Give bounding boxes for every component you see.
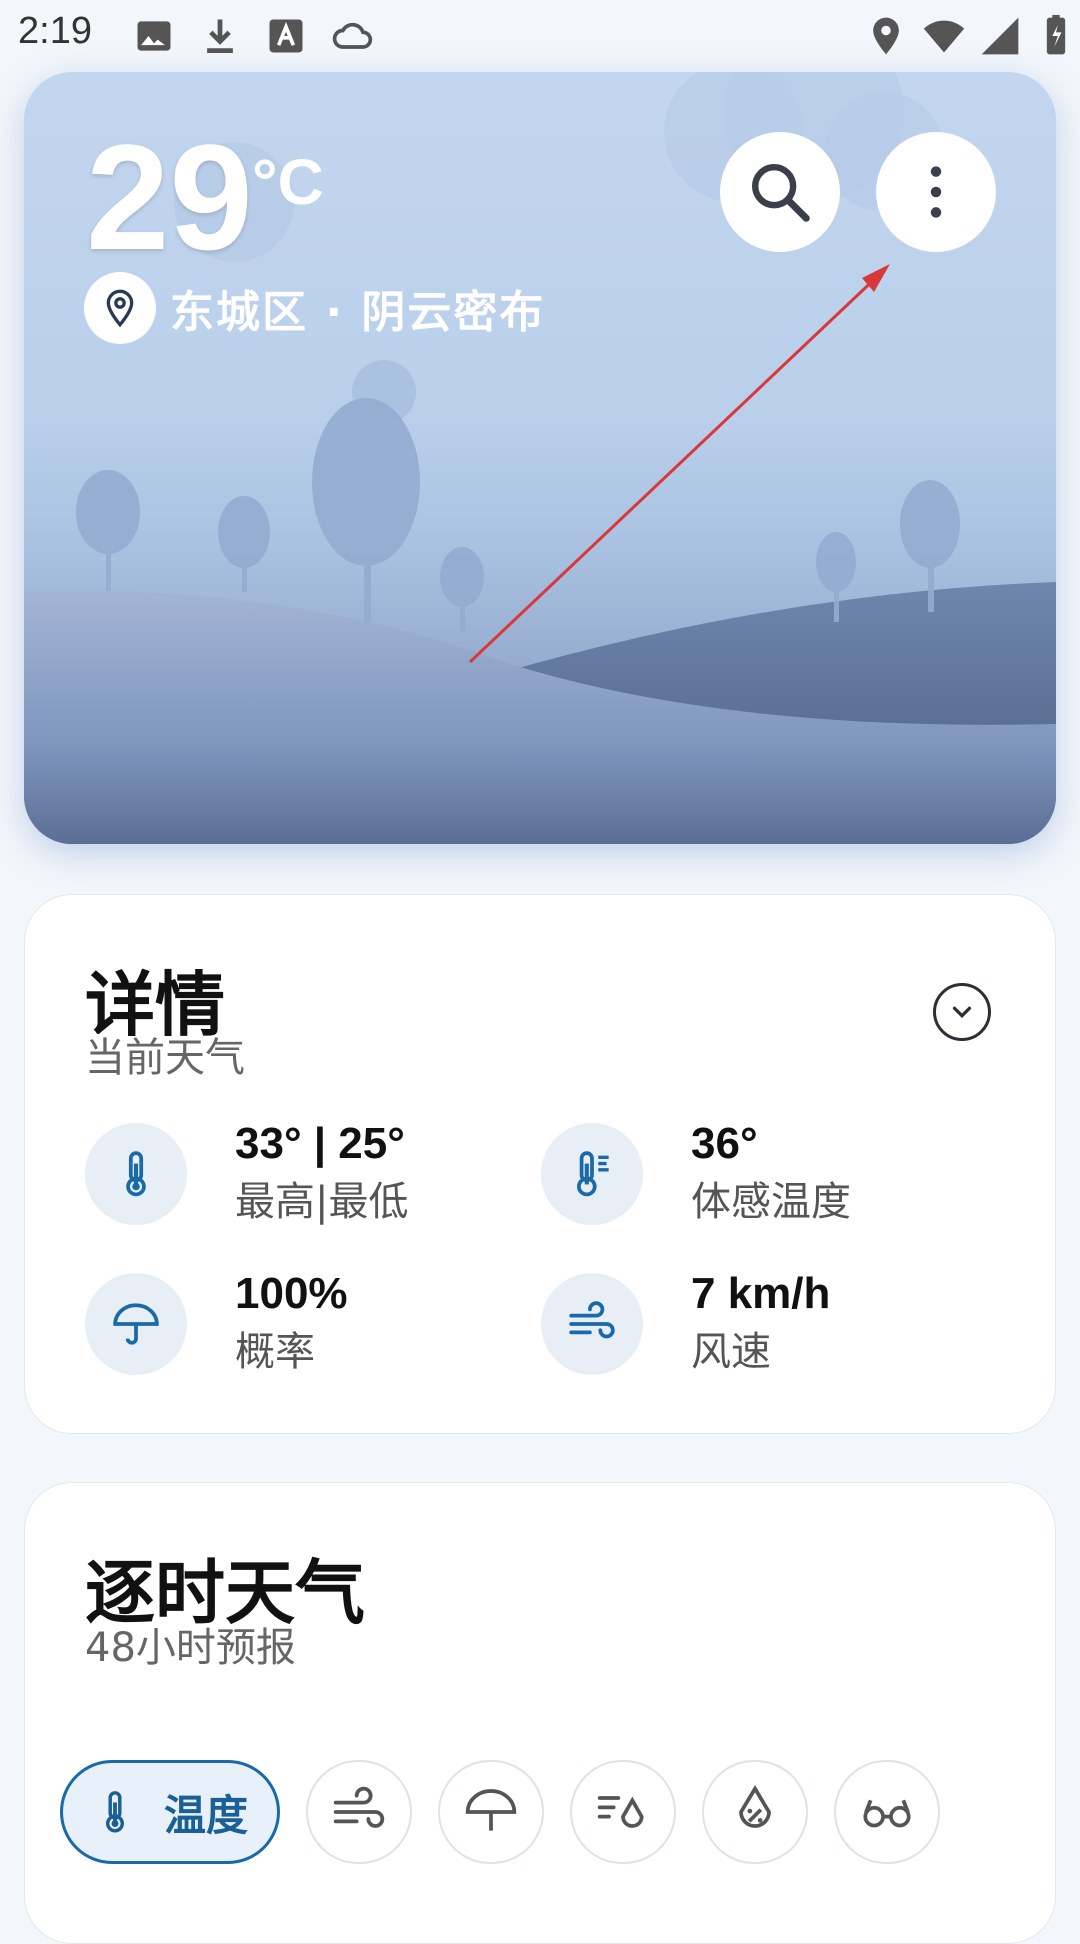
metric-label: 风速 (691, 1329, 771, 1375)
battery-icon (1046, 14, 1066, 55)
feels-like-icon (541, 1123, 643, 1225)
location-icon (873, 17, 899, 55)
current-temperature: 29 (86, 113, 253, 281)
wifi-icon (923, 20, 965, 53)
signal-icon (981, 17, 1019, 55)
font-icon (269, 19, 303, 53)
metric-value: 33° | 25° (235, 1119, 405, 1168)
temperature-unit: °C (252, 146, 324, 218)
tab-wind[interactable] (306, 1760, 412, 1864)
umbrella-icon (465, 1789, 517, 1831)
visibility-icon (863, 1799, 911, 1828)
metric-label: 最高|最低 (235, 1179, 409, 1225)
metric-value: 36° (691, 1119, 758, 1168)
hourly-subtitle: 48小时预报 (85, 1625, 296, 1671)
metric-label: 体感温度 (691, 1179, 851, 1225)
more-vert-icon (930, 166, 942, 218)
metric-value: 100% (235, 1269, 348, 1318)
tab-humidity[interactable] (702, 1760, 808, 1864)
search-icon (752, 164, 810, 222)
image-icon (137, 21, 171, 51)
umbrella-icon (85, 1273, 187, 1375)
thermometer-icon (85, 1123, 187, 1225)
wind-icon (541, 1273, 643, 1375)
metric-value: 7 km/h (691, 1269, 831, 1318)
details-card: 详情 当前天气 33° | 25° 最高|最低 36° 体感温度 100% 概率… (24, 894, 1056, 1434)
location-condition-text: 东城区 · 阴云密布 (170, 287, 546, 338)
location-pin-icon (84, 272, 156, 344)
location-row[interactable]: 东城区 · 阴云密布 (84, 272, 545, 344)
download-icon (207, 19, 233, 54)
tab-precipitation[interactable] (438, 1760, 544, 1864)
expand-details-button[interactable] (933, 983, 991, 1041)
weather-hero-card: 29 °C 东城区 · 阴云密布 (24, 72, 1056, 844)
status-bar: 2:19 (0, 0, 1080, 72)
metric-label: 概率 (235, 1329, 315, 1375)
search-button[interactable] (720, 132, 840, 252)
tab-label: 温度 (163, 1790, 248, 1840)
rain-icon (597, 1796, 644, 1828)
thermometer-icon (105, 1791, 124, 1833)
hourly-card: 逐时天气 48小时预报 (24, 1482, 1056, 1944)
more-options-button[interactable] (876, 132, 996, 252)
wind-icon (333, 1786, 385, 1828)
chevron-down-icon (952, 1006, 972, 1019)
tab-rain[interactable] (570, 1760, 676, 1864)
status-time: 2:19 (18, 10, 92, 52)
humidity-icon (739, 1785, 771, 1828)
tab-visibility[interactable] (834, 1760, 940, 1864)
details-subtitle: 当前天气 (85, 1035, 245, 1081)
hourly-tabs: 温度 (60, 1760, 940, 1864)
cloud-icon (332, 22, 373, 49)
tab-temperature[interactable]: 温度 (60, 1760, 280, 1864)
